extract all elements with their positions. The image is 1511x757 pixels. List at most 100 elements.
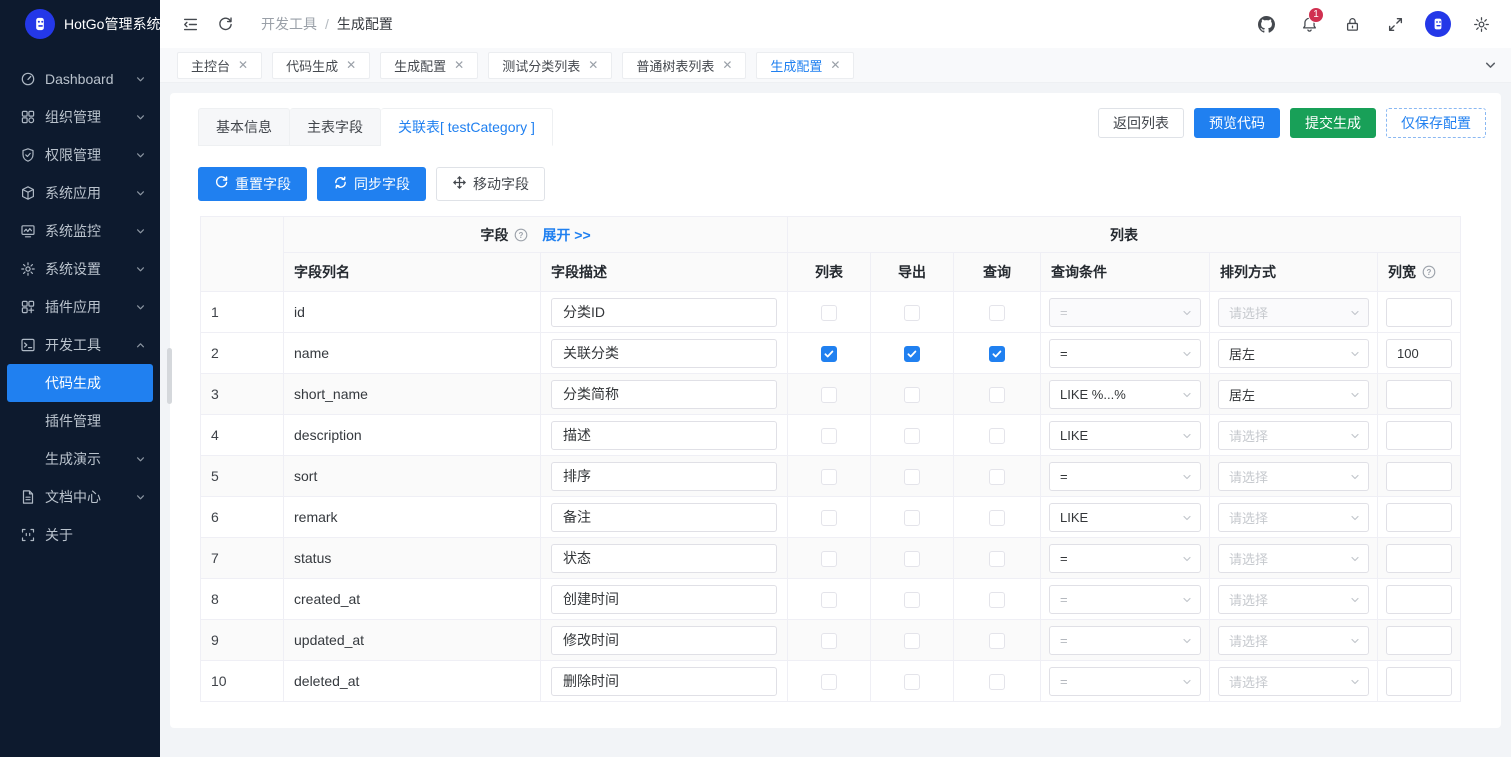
close-icon[interactable]: ✕ (830, 59, 840, 71)
settings-gear-icon[interactable] (1468, 11, 1494, 37)
breadcrumb-section[interactable]: 开发工具 (261, 14, 317, 34)
sort-align-select[interactable]: 请选择 (1218, 667, 1369, 696)
close-icon[interactable]: ✕ (238, 59, 248, 71)
fullscreen-icon[interactable] (1382, 11, 1408, 37)
query-checkbox[interactable] (989, 346, 1005, 362)
field-description-input[interactable]: 分类简称 (551, 380, 777, 409)
query-checkbox[interactable] (989, 674, 1005, 690)
opened-tab[interactable]: 普通树表列表 ✕ (622, 52, 746, 79)
query-checkbox[interactable] (989, 592, 1005, 608)
save-config-only-button[interactable]: 仅保存配置 (1386, 108, 1486, 138)
move-fields-button[interactable]: 移动字段 (436, 167, 545, 201)
config-tab[interactable]: 基本信息 (198, 108, 290, 146)
sort-align-select[interactable]: 居左 (1218, 339, 1369, 368)
preview-code-button[interactable]: 预览代码 (1194, 108, 1280, 138)
list-checkbox[interactable] (821, 469, 837, 485)
sort-align-select[interactable]: 请选择 (1218, 585, 1369, 614)
sidebar-item-doc-center[interactable]: 文档中心 (0, 478, 160, 516)
config-tab[interactable]: 关联表[ testCategory ] (381, 108, 553, 146)
tabs-collapse-icon[interactable] (1480, 55, 1501, 76)
query-checkbox[interactable] (989, 633, 1005, 649)
export-checkbox[interactable] (904, 592, 920, 608)
opened-tab[interactable]: 生成配置 ✕ (380, 52, 478, 79)
opened-tab[interactable]: 代码生成 ✕ (272, 52, 370, 79)
field-description-input[interactable]: 关联分类 (551, 339, 777, 368)
query-checkbox[interactable] (989, 551, 1005, 567)
list-checkbox[interactable] (821, 674, 837, 690)
export-checkbox[interactable] (904, 346, 920, 362)
sidebar-item-system-monitor[interactable]: 系统监控 (0, 212, 160, 250)
query-checkbox[interactable] (989, 469, 1005, 485)
sidebar-item-permission-management[interactable]: 权限管理 (0, 136, 160, 174)
github-icon[interactable] (1253, 11, 1279, 37)
field-description-input[interactable]: 修改时间 (551, 626, 777, 655)
sidebar-item-plugin-app[interactable]: 插件应用 (0, 288, 160, 326)
export-checkbox[interactable] (904, 674, 920, 690)
sync-fields-button[interactable]: 同步字段 (317, 167, 426, 201)
export-checkbox[interactable] (904, 387, 920, 403)
opened-tab[interactable]: 主控台 ✕ (177, 52, 262, 79)
export-checkbox[interactable] (904, 633, 920, 649)
sidebar-item-system-settings[interactable]: 系统设置 (0, 250, 160, 288)
query-checkbox[interactable] (989, 305, 1005, 321)
sidebar-item-about[interactable]: 关于 (0, 516, 160, 554)
column-width-input[interactable] (1386, 380, 1452, 409)
field-description-input[interactable]: 描述 (551, 421, 777, 450)
opened-tab[interactable]: 测试分类列表 ✕ (488, 52, 612, 79)
export-checkbox[interactable] (904, 510, 920, 526)
sort-align-select[interactable]: 请选择 (1218, 421, 1369, 450)
export-checkbox[interactable] (904, 469, 920, 485)
query-condition-select[interactable]: = (1049, 544, 1201, 573)
column-width-input[interactable] (1386, 544, 1452, 573)
query-condition-select[interactable]: = (1049, 585, 1201, 614)
column-width-input[interactable] (1386, 503, 1452, 532)
sidebar-item-dev-tools[interactable]: 开发工具 (0, 326, 160, 364)
field-description-input[interactable]: 分类ID (551, 298, 777, 327)
close-icon[interactable]: ✕ (588, 59, 598, 71)
sort-align-select[interactable]: 请选择 (1218, 298, 1369, 327)
column-width-input[interactable] (1386, 585, 1452, 614)
sort-align-select[interactable]: 请选择 (1218, 626, 1369, 655)
query-condition-select[interactable]: = (1049, 626, 1201, 655)
refresh-page-icon[interactable] (212, 11, 238, 37)
field-description-input[interactable]: 排序 (551, 462, 777, 491)
column-width-input[interactable]: 100 (1386, 339, 1452, 368)
config-tab[interactable]: 主表字段 (290, 108, 381, 146)
sort-align-select[interactable]: 请选择 (1218, 503, 1369, 532)
field-description-input[interactable]: 状态 (551, 544, 777, 573)
export-checkbox[interactable] (904, 551, 920, 567)
column-width-input[interactable] (1386, 462, 1452, 491)
expand-link[interactable]: 展开 >> (542, 225, 590, 245)
query-condition-select[interactable]: = (1049, 667, 1201, 696)
list-checkbox[interactable] (821, 305, 837, 321)
sidebar-item-code-generation[interactable]: 代码生成 (7, 364, 153, 402)
sort-align-select[interactable]: 请选择 (1218, 544, 1369, 573)
sidebar-item-plugin-management[interactable]: 插件管理 (0, 402, 160, 440)
submit-generate-button[interactable]: 提交生成 (1290, 108, 1376, 138)
list-checkbox[interactable] (821, 346, 837, 362)
query-condition-select[interactable]: LIKE (1049, 503, 1201, 532)
notification-bell-icon[interactable]: 1 (1296, 11, 1322, 37)
back-to-list-button[interactable]: 返回列表 (1098, 108, 1184, 138)
field-description-input[interactable]: 创建时间 (551, 585, 777, 614)
query-condition-select[interactable]: LIKE %...% (1049, 380, 1201, 409)
sidebar-item-system-app[interactable]: 系统应用 (0, 174, 160, 212)
query-condition-select[interactable]: = (1049, 462, 1201, 491)
list-checkbox[interactable] (821, 510, 837, 526)
collapse-sidebar-icon[interactable] (177, 11, 203, 37)
query-checkbox[interactable] (989, 428, 1005, 444)
column-width-input[interactable] (1386, 626, 1452, 655)
export-checkbox[interactable] (904, 305, 920, 321)
list-checkbox[interactable] (821, 387, 837, 403)
column-width-input[interactable] (1386, 298, 1452, 327)
lock-screen-icon[interactable] (1339, 11, 1365, 37)
close-icon[interactable]: ✕ (454, 59, 464, 71)
sidebar-item-org-management[interactable]: 组织管理 (0, 98, 160, 136)
reset-fields-button[interactable]: 重置字段 (198, 167, 307, 201)
scrollbar-thumb[interactable] (167, 348, 172, 404)
query-condition-select[interactable]: = (1049, 298, 1201, 327)
sort-align-select[interactable]: 请选择 (1218, 462, 1369, 491)
field-description-input[interactable]: 删除时间 (551, 667, 777, 696)
close-icon[interactable]: ✕ (722, 59, 732, 71)
query-condition-select[interactable]: LIKE (1049, 421, 1201, 450)
